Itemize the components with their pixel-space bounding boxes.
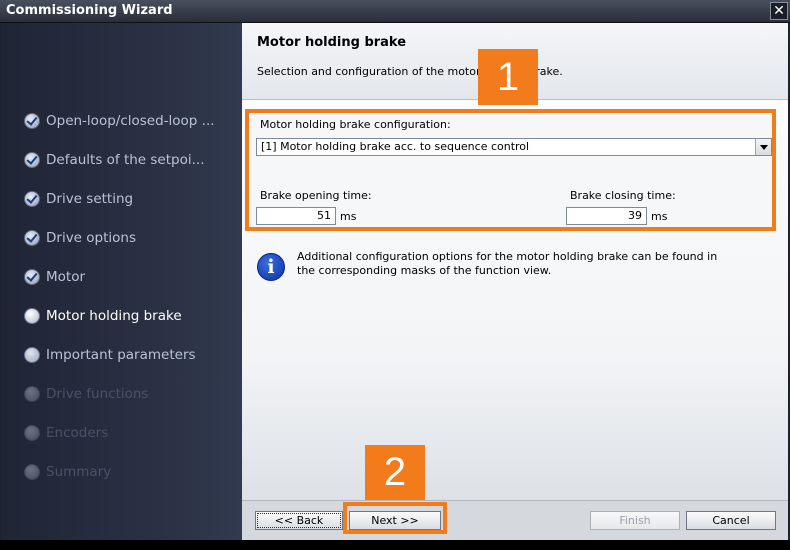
- brake-closing-time-unit: ms: [651, 210, 668, 223]
- disabled-step-icon: [24, 425, 40, 441]
- step-label: Important parameters: [46, 347, 196, 363]
- pending-step-icon: [24, 347, 40, 363]
- next-button-highlight: [343, 502, 447, 534]
- wizard-footer: << Back Next >> Finish Cancel: [242, 500, 788, 541]
- brake-opening-time-unit: ms: [340, 210, 357, 223]
- step-encoders: Encoders: [24, 422, 239, 444]
- step-label: Open-loop/closed-loop ...: [46, 113, 215, 129]
- step-label: Defaults of the setpoi...: [46, 152, 205, 168]
- step-motor[interactable]: Motor: [24, 266, 239, 288]
- step-label: Drive options: [46, 230, 137, 246]
- title-bar: Commissioning Wizard ✕: [0, 0, 790, 23]
- brake-configuration-group: Motor holding brake configuration: [1] M…: [245, 109, 776, 231]
- brake-closing-time-label: Brake closing time:: [570, 189, 676, 202]
- close-icon[interactable]: ✕: [770, 2, 788, 20]
- step-drive-options[interactable]: Drive options: [24, 227, 239, 249]
- brake-closing-time-input[interactable]: 39: [566, 207, 647, 225]
- content-panel: Motor holding brake Selection and config…: [242, 23, 788, 500]
- step-drive-setting[interactable]: Drive setting: [24, 188, 239, 210]
- checkmark-icon: [24, 152, 40, 168]
- dropdown-selected-value: [1] Motor holding brake acc. to sequence…: [261, 140, 530, 153]
- page-title: Motor holding brake: [257, 35, 407, 50]
- step-important-parameters[interactable]: Important parameters: [24, 344, 239, 366]
- finish-button: Finish: [590, 511, 680, 530]
- brake-opening-time-input[interactable]: 51: [256, 207, 336, 225]
- step-label: Drive functions: [46, 386, 149, 402]
- step-summary: Summary: [24, 461, 239, 483]
- step-label: Motor: [46, 269, 86, 285]
- step-setpoint-defaults[interactable]: Defaults of the setpoi...: [24, 149, 239, 171]
- info-message: Additional configuration options for the…: [297, 250, 718, 277]
- step-label: Encoders: [46, 425, 109, 441]
- step-motor-holding-brake[interactable]: Motor holding brake: [24, 305, 239, 327]
- callout-badge-1: 1: [478, 49, 538, 105]
- checkmark-icon: [24, 191, 40, 207]
- back-button[interactable]: << Back: [255, 511, 343, 530]
- wizard-steps-sidebar: Open-loop/closed-loop ... Defaults of th…: [2, 23, 242, 540]
- cancel-button[interactable]: Cancel: [686, 511, 776, 530]
- window-bottom-edge: [0, 540, 790, 550]
- checkmark-icon: [24, 230, 40, 246]
- chevron-down-icon[interactable]: [755, 139, 771, 155]
- commissioning-wizard-window: Commissioning Wizard ✕ Open-loop/closed-…: [0, 0, 790, 550]
- step-label: Motor holding brake: [46, 308, 182, 324]
- brake-opening-time-label: Brake opening time:: [260, 189, 372, 202]
- checkmark-icon: [24, 269, 40, 285]
- disabled-step-icon: [24, 386, 40, 402]
- step-open-loop-closed-loop[interactable]: Open-loop/closed-loop ...: [24, 110, 239, 132]
- brake-configuration-label: Motor holding brake configuration:: [260, 118, 451, 131]
- step-drive-functions: Drive functions: [24, 383, 239, 405]
- checkmark-icon: [24, 113, 40, 129]
- info-icon: i: [257, 253, 285, 281]
- callout-badge-2: 2: [365, 445, 425, 500]
- step-label: Summary: [46, 464, 112, 480]
- brake-configuration-dropdown[interactable]: [1] Motor holding brake acc. to sequence…: [256, 138, 772, 156]
- current-step-icon: [24, 308, 40, 324]
- disabled-step-icon: [24, 464, 40, 480]
- window-title: Commissioning Wizard: [6, 3, 173, 18]
- step-label: Drive setting: [46, 191, 134, 207]
